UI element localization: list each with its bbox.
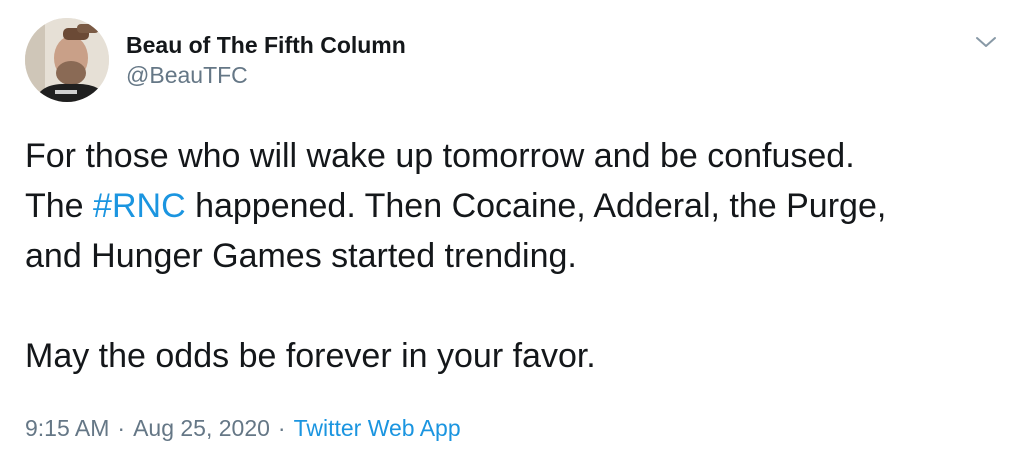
meta-separator: ·	[277, 415, 286, 441]
display-name[interactable]: Beau of The Fifth Column	[126, 30, 406, 60]
chevron-down-icon[interactable]	[974, 30, 998, 54]
tweet-card: Beau of The Fifth Column @BeauTFC For th…	[0, 0, 1024, 467]
tweet-text-segment: happened. Then Cocaine, Adderal, the Pur…	[185, 187, 887, 225]
tweet-line: May the odds be forever in your favor.	[25, 337, 596, 375]
meta-separator: ·	[117, 415, 126, 441]
avatar-image	[25, 18, 109, 102]
user-handle[interactable]: @BeauTFC	[126, 60, 406, 90]
tweet-line: The #RNC happened. Then Cocaine, Adderal…	[25, 181, 995, 231]
user-info: Beau of The Fifth Column @BeauTFC	[126, 30, 406, 90]
tweet-date[interactable]: Aug 25, 2020	[133, 415, 270, 441]
avatar[interactable]	[25, 18, 109, 102]
tweet-line: For those who will wake up tomorrow and …	[25, 137, 855, 175]
tweet-text-segment: The	[25, 187, 94, 225]
hashtag-link[interactable]: #RNC	[93, 187, 186, 225]
tweet-meta: 9:15 AM · Aug 25, 2020 · Twitter Web App	[25, 412, 461, 444]
source-link[interactable]: Twitter Web App	[294, 415, 461, 441]
tweet-line: and Hunger Games started trending.	[25, 237, 577, 275]
tweet-time[interactable]: 9:15 AM	[25, 415, 109, 441]
tweet-text: For those who will wake up tomorrow and …	[25, 131, 995, 381]
